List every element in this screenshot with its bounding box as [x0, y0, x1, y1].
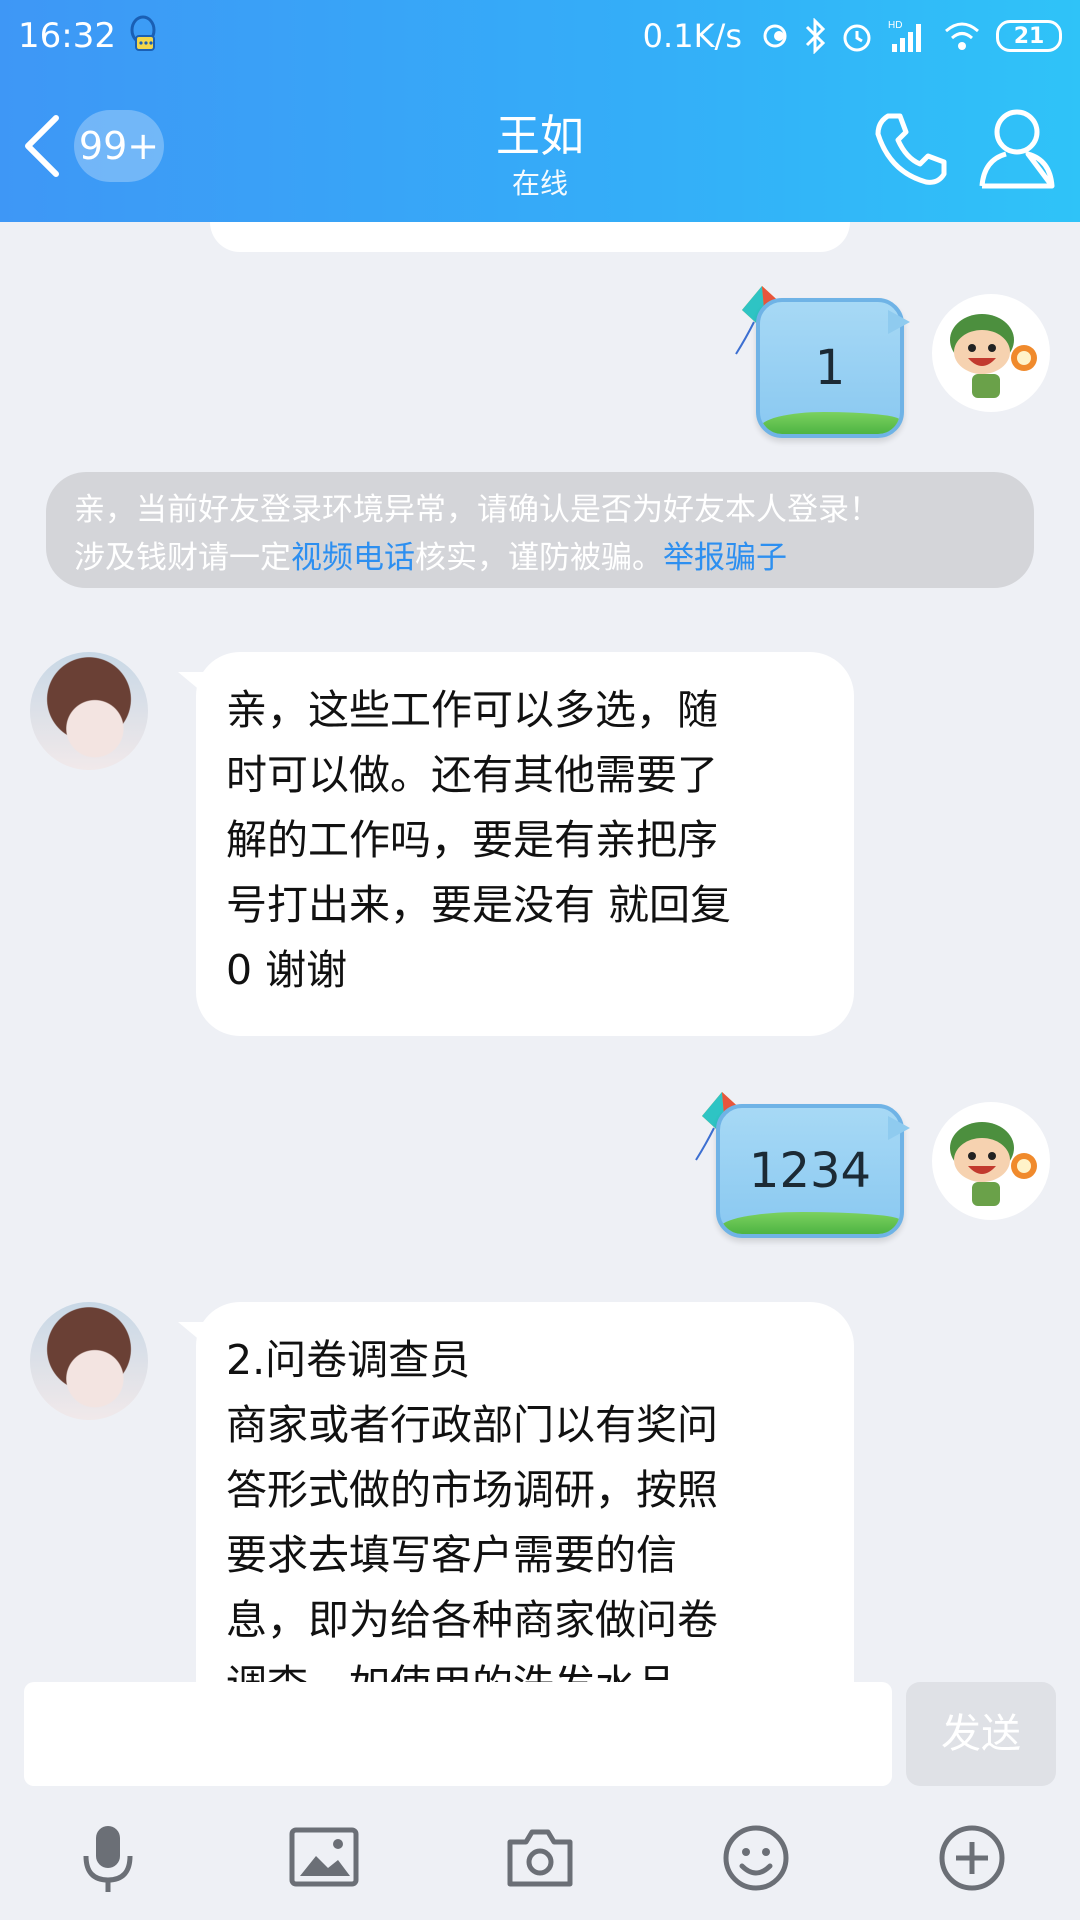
contact-avatar[interactable]: [30, 652, 148, 770]
notice-line-2: 涉及钱财请一定视频电话核实，谨防被骗。举报骗子: [74, 534, 1006, 582]
message-line: 0 谢谢: [226, 946, 348, 994]
my-avatar[interactable]: [932, 294, 1050, 412]
top-bar: 16:32 0.1K/s HD 21 99+ 王如 在线: [0, 0, 1080, 222]
image-icon[interactable]: [288, 1822, 360, 1894]
my-avatar[interactable]: [932, 1102, 1050, 1220]
notice-line-1: 亲，当前好友登录环境异常，请确认是否为好友本人登录！: [74, 492, 880, 528]
grass-decoration: [720, 1212, 900, 1234]
status-bar: 16:32 0.1K/s HD 21: [0, 0, 1080, 75]
svg-text:HD: HD: [888, 20, 902, 31]
camera-icon[interactable]: [504, 1822, 576, 1894]
soldier-avatar-icon: [950, 1122, 1037, 1206]
qq-notification-icon: [130, 15, 156, 51]
bubble-tail: [888, 1116, 910, 1140]
text-message-bubble[interactable]: 2.问卷调查员 商家或者行政部门以有奖问 答形式做的市场调研，按照 要求去填写客…: [178, 1302, 854, 1682]
security-notice: 亲，当前好友登录环境异常，请确认是否为好友本人登录！ 涉及钱财请一定视频电话核实…: [46, 472, 1034, 588]
message-line: 号打出来，要是没有 就回复: [226, 881, 732, 929]
alarm-icon: [843, 24, 871, 52]
text-message-bubble[interactable]: 亲，这些工作可以多选，随 时可以做。还有其他需要了 解的工作吗，要是有亲把序 号…: [178, 652, 854, 1036]
hd-icon: [763, 24, 787, 48]
input-row: 发送: [0, 1682, 1080, 1792]
message-text: 1: [814, 340, 846, 396]
battery-level: 21: [1013, 23, 1045, 49]
sticker-message-bubble[interactable]: 1: [756, 298, 904, 438]
message-line: 解的工作吗，要是有亲把序: [226, 816, 718, 864]
chat-area[interactable]: 1 亲，当前好友登录环境异常，请确认是否为好友本人登录！ 涉及钱财请一定视频电话…: [0, 222, 1080, 1682]
message-line: 时可以做。还有其他需要了: [226, 751, 718, 799]
grass-decoration: [760, 412, 900, 434]
soldier-avatar-icon: [950, 314, 1037, 398]
message-line: 要求去填写客户需要的信: [226, 1531, 677, 1579]
bluetooth-icon: [805, 18, 826, 54]
wifi-icon: [945, 22, 979, 50]
emoji-icon[interactable]: [720, 1822, 792, 1894]
message-line: 息，即为给各种商家做问卷: [226, 1596, 718, 1644]
message-input[interactable]: [24, 1682, 892, 1786]
profile-icon[interactable]: [976, 104, 1058, 190]
input-toolbar: [0, 1792, 1080, 1920]
bubble-tail: [888, 310, 910, 334]
plus-icon[interactable]: [936, 1822, 1008, 1894]
status-time: 16:32: [18, 16, 116, 56]
network-speed: 0.1K/s: [642, 17, 742, 55]
notice-text-2: 核实，谨防被骗。: [415, 540, 663, 576]
battery-icon: 21: [996, 20, 1062, 52]
sticker-message-bubble[interactable]: 1234: [716, 1104, 904, 1238]
message-line: 亲，这些工作可以多选，随: [226, 686, 718, 734]
contact-avatar[interactable]: [30, 1302, 148, 1420]
report-scam-link[interactable]: 举报骗子: [663, 540, 787, 576]
message-line: 商家或者行政部门以有奖问: [226, 1401, 718, 1449]
microphone-icon[interactable]: [72, 1822, 144, 1894]
previous-message-edge: [210, 222, 850, 252]
send-button[interactable]: 发送: [906, 1682, 1056, 1786]
message-text: 1234: [748, 1143, 872, 1199]
message-line: 调查，如使用的洗发水品: [226, 1653, 824, 1682]
message-line: 答形式做的市场调研，按照: [226, 1466, 718, 1514]
phone-call-icon[interactable]: [868, 108, 952, 192]
video-call-link[interactable]: 视频电话: [291, 540, 415, 576]
notice-text: 涉及钱财请一定: [74, 540, 291, 576]
bubble-tail: [178, 1322, 214, 1352]
message-line: 2.问卷调查员: [226, 1336, 471, 1384]
signal-icon: HD: [888, 20, 921, 52]
bubble-tail: [178, 672, 214, 702]
